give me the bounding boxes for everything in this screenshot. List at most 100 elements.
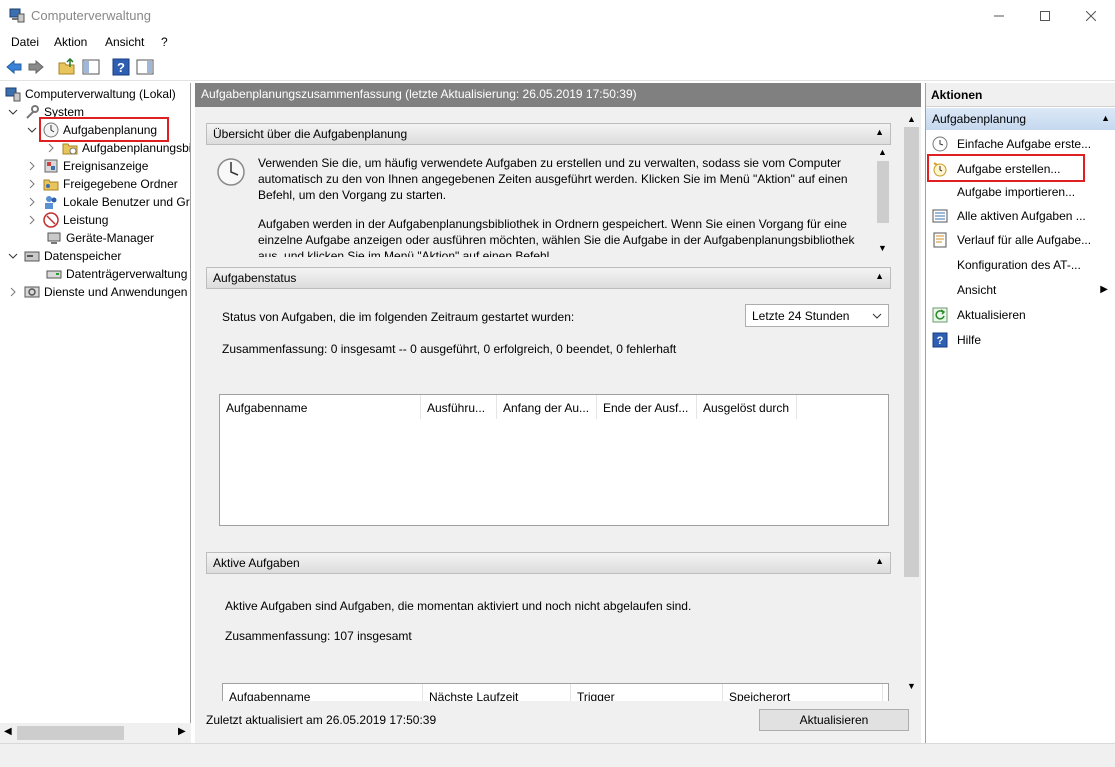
column-header[interactable]: Nächste Laufzeit [423, 684, 571, 701]
tree-horizontal-scrollbar[interactable]: ◀ ▶ [0, 723, 191, 743]
action-help[interactable]: ? Hilfe [926, 330, 1115, 350]
device-manager-icon [47, 232, 61, 244]
status-bar [0, 743, 1115, 767]
menu-help[interactable]: ? [161, 35, 168, 49]
action-view[interactable]: Ansicht ▶ [926, 280, 1115, 300]
collapse-icon[interactable]: ▲ [875, 271, 884, 281]
show-hide-action-pane-icon[interactable] [136, 58, 154, 76]
active-tasks-table[interactable]: Aufgabenname Nächste Laufzeit Trigger Sp… [222, 683, 889, 701]
column-header[interactable]: Ende der Ausf... [597, 395, 697, 419]
action-all-running-tasks[interactable]: Alle aktiven Aufgaben ... [926, 206, 1115, 226]
actions-pane: Aktionen Aufgabenplanung ▲ Einfache Aufg… [925, 83, 1115, 743]
computer-management-icon [9, 8, 25, 23]
show-hide-tree-icon[interactable] [82, 58, 100, 76]
tree-local-users[interactable]: Lokale Benutzer und Gruppen [27, 193, 190, 211]
tree-performance[interactable]: Leistung [27, 211, 108, 229]
submenu-arrow-icon: ▶ [1100, 284, 1108, 295]
help-icon: ? [932, 332, 948, 348]
tree-storage[interactable]: Datenspeicher [8, 247, 121, 265]
overview-text-line: Befehl, um den Vorgang zu starten. [258, 188, 447, 202]
help-icon[interactable]: ? [112, 58, 130, 76]
action-refresh[interactable]: Aktualisieren [926, 305, 1115, 325]
menu-aktion[interactable]: Aktion [54, 35, 87, 49]
chevron-right-icon[interactable] [27, 197, 37, 207]
chevron-right-icon[interactable] [27, 161, 37, 171]
event-viewer-icon [44, 159, 58, 173]
highlight-create-task [927, 154, 1085, 182]
back-arrow-icon[interactable] [5, 58, 23, 76]
title-bar: Computerverwaltung [0, 0, 1115, 31]
scroll-down-icon[interactable]: ▼ [907, 681, 916, 691]
center-vertical-scrollbar[interactable]: ▲ ▼ [903, 113, 920, 693]
menu-ansicht[interactable]: Ansicht [105, 35, 144, 49]
column-header[interactable]: Anfang der Au... [497, 395, 597, 419]
period-dropdown[interactable]: Letzte 24 Stunden [745, 304, 889, 327]
close-icon [1086, 10, 1096, 21]
chevron-down-icon[interactable] [8, 107, 18, 117]
overview-section-body: Verwenden Sie die, um häufig verwendete … [206, 145, 891, 257]
scroll-up-icon[interactable]: ▲ [878, 147, 887, 157]
chevron-right-icon[interactable] [27, 215, 37, 225]
computer-management-icon [5, 87, 21, 102]
minimize-icon [994, 15, 1004, 16]
history-icon [933, 232, 947, 248]
column-header[interactable]: Ausführu... [421, 395, 497, 419]
chevron-down-icon[interactable] [27, 125, 37, 135]
chevron-right-icon[interactable] [8, 287, 18, 297]
action-at-config[interactable]: Konfiguration des AT-... [926, 255, 1115, 275]
collapse-icon[interactable]: ▲ [875, 556, 884, 566]
navigation-tree: Computerverwaltung (Lokal) System Aufgab… [0, 83, 191, 743]
actions-group-header[interactable]: Aufgabenplanung ▲ [926, 108, 1115, 130]
highlight-scheduler [39, 117, 169, 142]
overview-text-line: automatisch zu den von Ihnen angegebenen… [258, 172, 848, 186]
status-section-header[interactable]: Aufgabenstatus ▲ [206, 267, 891, 289]
maximize-button[interactable] [1022, 0, 1068, 31]
active-description: Aktive Aufgaben sind Aufgaben, die momen… [225, 599, 692, 613]
scroll-up-icon[interactable]: ▲ [907, 114, 916, 124]
overview-section-header[interactable]: Übersicht über die Aufgabenplanung ▲ [206, 123, 891, 145]
column-header[interactable]: Aufgabenname [220, 395, 421, 419]
scrollbar-thumb[interactable] [17, 726, 124, 740]
column-header[interactable]: Trigger [571, 684, 723, 701]
active-section-header[interactable]: Aktive Aufgaben ▲ [206, 552, 891, 574]
column-header[interactable]: Ausgelöst durch [697, 395, 797, 419]
column-header[interactable]: Aufgabenname [223, 684, 423, 701]
chevron-right-icon[interactable] [27, 179, 37, 189]
status-summary: Zusammenfassung: 0 insgesamt -- 0 ausgef… [222, 342, 677, 356]
storage-icon [24, 251, 40, 262]
disk-management-icon [46, 270, 62, 279]
basic-task-icon [932, 136, 948, 152]
scrollbar-thumb[interactable] [904, 127, 919, 577]
tree-event-viewer[interactable]: Ereignisanzeige [27, 157, 148, 175]
column-header[interactable]: Speicherort [723, 684, 883, 701]
scroll-right-icon[interactable]: ▶ [178, 726, 186, 737]
tree-services[interactable]: Dienste und Anwendungen [8, 283, 187, 301]
scrollbar-thumb[interactable] [877, 161, 889, 223]
scroll-left-icon[interactable]: ◀ [4, 726, 12, 737]
scroll-down-icon[interactable]: ▼ [878, 243, 887, 253]
tree-disk-management[interactable]: Datenträgerverwaltung [46, 265, 187, 283]
refresh-button[interactable]: Aktualisieren [759, 709, 909, 731]
up-folder-icon[interactable] [58, 58, 76, 76]
action-history[interactable]: Verlauf für alle Aufgabe... [926, 230, 1115, 250]
collapse-icon[interactable]: ▲ [875, 127, 884, 137]
tree-root[interactable]: Computerverwaltung (Lokal) [5, 85, 176, 103]
action-create-basic-task[interactable]: Einfache Aufgabe erste... [926, 134, 1115, 154]
menu-datei[interactable]: Datei [11, 35, 39, 49]
close-button[interactable] [1068, 0, 1114, 31]
overview-vertical-scrollbar[interactable]: ▲ ▼ [875, 145, 891, 257]
status-label: Status von Aufgaben, die im folgenden Ze… [222, 310, 575, 324]
action-import-task[interactable]: Aufgabe importieren... [926, 182, 1115, 202]
forward-arrow-icon[interactable] [27, 58, 45, 76]
chevron-down-icon[interactable] [8, 251, 18, 261]
overview-text-line: einzelne Aufgabe anzeigen oder ausführen… [258, 233, 855, 247]
menu-bar: Datei Aktion Ansicht ? [0, 31, 1115, 53]
tree-device-manager[interactable]: Geräte-Manager [46, 229, 154, 247]
collapse-icon[interactable]: ▲ [1101, 113, 1110, 123]
task-status-table[interactable]: Aufgabenname Ausführu... Anfang der Au..… [219, 394, 889, 526]
tree-shared-folders[interactable]: Freigegebene Ordner [27, 175, 178, 193]
maximize-icon [1040, 10, 1050, 21]
minimize-button[interactable] [976, 0, 1022, 31]
performance-icon [43, 212, 59, 228]
chevron-right-icon[interactable] [46, 143, 56, 153]
